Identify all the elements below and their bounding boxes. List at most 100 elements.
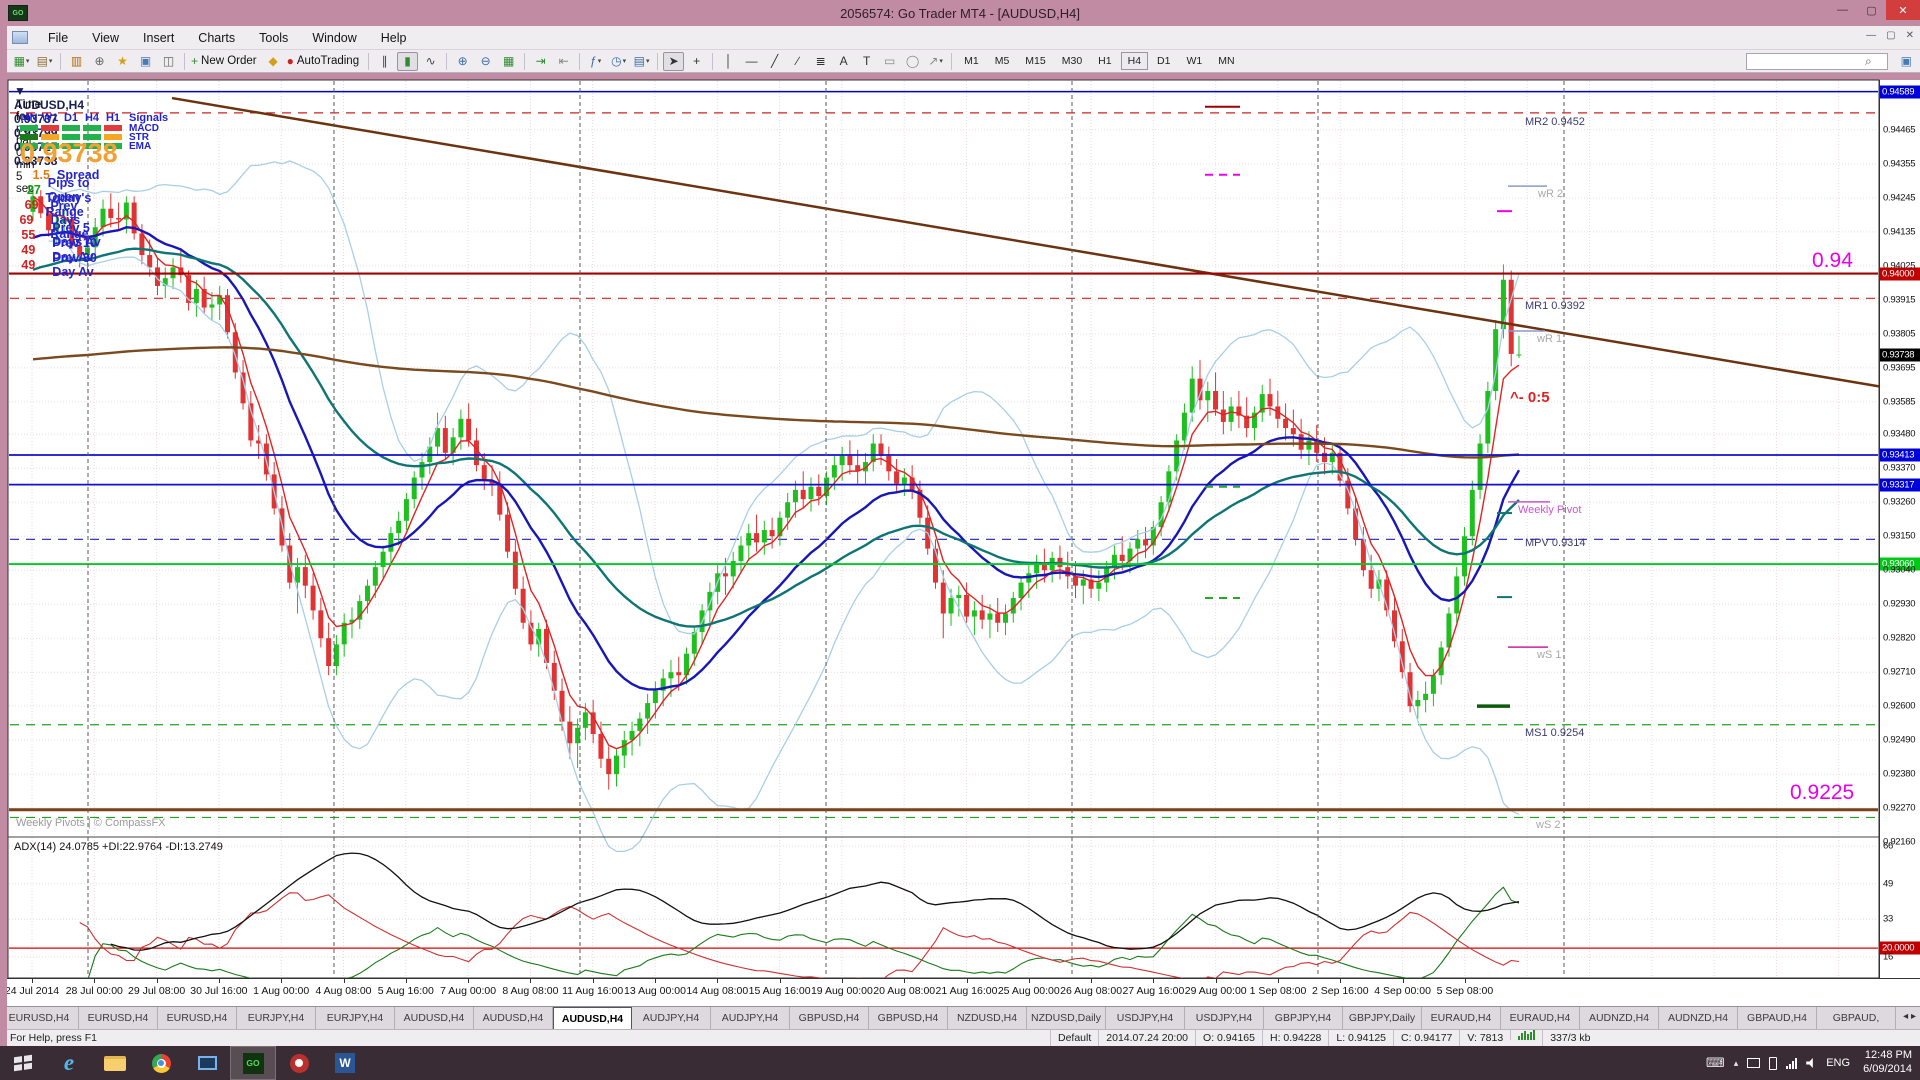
chart-label-weekly-pivot: Weekly Pivot xyxy=(1518,505,1581,516)
taskbar-app-remote-monitor[interactable] xyxy=(184,1046,230,1080)
price-chart-canvas[interactable] xyxy=(0,0,1920,1006)
chart-tab-eurusd-h4[interactable]: EURUSD,H4 xyxy=(79,1007,158,1029)
chart-tab-gbpusd-h4[interactable]: GBPUSD,H4 xyxy=(790,1007,869,1029)
red-circle-icon xyxy=(290,1054,309,1073)
keyboard-icon[interactable]: ⌨ xyxy=(1706,1055,1725,1071)
stat-value: 55 xyxy=(14,228,35,242)
taskbar-app-go-trader[interactable]: GO xyxy=(230,1046,276,1080)
time-label: 19 Aug 00:00 xyxy=(811,985,873,997)
taskbar-app-internet-explorer[interactable]: e xyxy=(46,1046,92,1080)
time-tick xyxy=(1465,979,1466,983)
chart-tab-gbpjpy-daily[interactable]: GBPJPY,Daily xyxy=(1343,1007,1422,1029)
price-tick: 0.93150 xyxy=(1883,531,1915,542)
adx-tick: 49 xyxy=(1883,878,1893,889)
chart-tab-nzdusd-h4[interactable]: NZDUSD,H4 xyxy=(948,1007,1027,1029)
chart-tab-audnzd-h4[interactable]: AUDNZD,H4 xyxy=(1659,1007,1738,1029)
chart-tab-euraud-h4[interactable]: EURAUD,H4 xyxy=(1501,1007,1580,1029)
chart-tab-euraud-h4[interactable]: EURAUD,H4 xyxy=(1422,1007,1501,1029)
signal-cell xyxy=(83,125,101,131)
taskbar-clock[interactable]: 12:48 PM6/09/2014 xyxy=(1863,1049,1912,1077)
speaker-icon[interactable] xyxy=(1806,1058,1817,1068)
tray-device-icon[interactable] xyxy=(1769,1057,1777,1070)
time-label: 1 Aug 00:00 xyxy=(253,985,309,997)
chart-tab-eurjpy-h4[interactable]: EURJPY,H4 xyxy=(237,1007,316,1029)
chart-tab-eurusd-h4[interactable]: EURUSD,H4 xyxy=(158,1007,237,1029)
price-tick: 0.93480 xyxy=(1883,429,1915,440)
time-label: 8 Aug 08:00 xyxy=(502,985,558,997)
status-bar: For Help, press F1 Default2014.07.24 20:… xyxy=(0,1029,1920,1046)
chart-tab-audnzd-h4[interactable]: AUDNZD,H4 xyxy=(1580,1007,1659,1029)
time-axis[interactable]: 24 Jul 201428 Jul 00:0029 Jul 08:0030 Ju… xyxy=(0,978,1920,1006)
language-indicator[interactable]: ENG xyxy=(1826,1057,1850,1069)
chart-tab-audusd-h4[interactable]: AUDUSD,H4 xyxy=(395,1007,474,1029)
time-label: 1 Sep 08:00 xyxy=(1250,985,1307,997)
status-cell: H: 0.94228 xyxy=(1262,1030,1328,1046)
signals-col-w1: W1 xyxy=(41,112,59,124)
chart-tab-audusd-h4[interactable]: AUDUSD,H4 xyxy=(553,1007,632,1029)
time-label: 11 Aug 16:00 xyxy=(562,985,623,997)
desktop: 0.945890.944650.943550.942450.941350.940… xyxy=(0,0,1920,1080)
stat-value: 69 xyxy=(14,213,33,227)
tray-monitor-icon[interactable] xyxy=(1747,1058,1760,1068)
status-cell: O: 0.94165 xyxy=(1195,1030,1262,1046)
stat-value: 27 xyxy=(14,183,41,197)
stat-value: 49 xyxy=(14,258,35,272)
price-tick: 0.93370 xyxy=(1883,463,1915,474)
taskbar-app-chrome[interactable] xyxy=(138,1046,184,1080)
chart-tab-audusd-h4[interactable]: AUDUSD,H4 xyxy=(474,1007,553,1029)
time-tick xyxy=(94,979,95,983)
price-tick: 0.92490 xyxy=(1883,735,1915,746)
time-tick xyxy=(1278,979,1279,983)
taskbar: e GO W ⌨ ▴ ENG 12:48 PM6/09/2014 xyxy=(0,1046,1920,1080)
start-button[interactable] xyxy=(0,1046,46,1080)
price-tick: 0.93040 xyxy=(1883,565,1915,576)
signal-cell xyxy=(62,125,80,131)
chart-tab-gbpaud-h4[interactable]: GBPAUD,H4 xyxy=(1738,1007,1817,1029)
chart-tab-gbpaud-[interactable]: GBPAUD, xyxy=(1817,1007,1896,1029)
time-label: 2 Sep 16:00 xyxy=(1312,985,1369,997)
time-label: 5 Sep 08:00 xyxy=(1437,985,1494,997)
status-cell: L: 0.94125 xyxy=(1328,1030,1393,1046)
tab-scroll-arrows[interactable]: ◂ ▸ xyxy=(1901,1011,1918,1022)
time-label: 29 Aug 00:00 xyxy=(1185,985,1247,997)
stat-value: 49 xyxy=(14,243,35,257)
adx-tick: 16 xyxy=(1883,952,1893,963)
taskbar-app-word[interactable]: W xyxy=(322,1046,368,1080)
time-label: 4 Aug 08:00 xyxy=(315,985,371,997)
time-tick xyxy=(967,979,968,983)
status-cell: C: 0.94177 xyxy=(1393,1030,1459,1046)
chart-tab-gbpjpy-h4[interactable]: GBPJPY,H4 xyxy=(1264,1007,1343,1029)
network-signal-icon[interactable] xyxy=(1786,1058,1797,1069)
chart-tab-usdjpy-h4[interactable]: USDJPY,H4 xyxy=(1185,1007,1264,1029)
tray-expand-icon[interactable]: ▴ xyxy=(1734,1058,1739,1069)
time-tick xyxy=(717,979,718,983)
price-tick: 0.94135 xyxy=(1883,226,1915,237)
chart-tab-audjpy-h4[interactable]: AUDJPY,H4 xyxy=(632,1007,711,1029)
price-scale[interactable]: 0.945890.944650.943550.942450.941350.940… xyxy=(1879,80,1920,978)
time-tick xyxy=(655,979,656,983)
chart-tab-nzdusd-daily[interactable]: NZDUSD,Daily xyxy=(1027,1007,1106,1029)
price-tick: 0.92930 xyxy=(1883,599,1915,610)
chart-tab-gbpusd-h4[interactable]: GBPUSD,H4 xyxy=(869,1007,948,1029)
price-tick: 0.93585 xyxy=(1883,396,1915,407)
chart-tab-eurusd-h4[interactable]: EURUSD,H4 xyxy=(0,1007,79,1029)
time-tick xyxy=(1091,979,1092,983)
taskbar-app-red-circle[interactable] xyxy=(276,1046,322,1080)
taskbar-app-file-explorer[interactable] xyxy=(92,1046,138,1080)
time-tick xyxy=(157,979,158,983)
time-tick xyxy=(281,979,282,983)
time-label: 20 Aug 08:00 xyxy=(873,985,935,997)
folder-icon xyxy=(104,1056,126,1071)
current-price: 0.93738 xyxy=(20,138,118,169)
time-tick xyxy=(1403,979,1404,983)
chart-tabs-bar: EURUSD,H4EURUSD,H4EURUSD,H4EURJPY,H4EURJ… xyxy=(0,1006,1920,1029)
chart-tab-eurjpy-h4[interactable]: EURJPY,H4 xyxy=(316,1007,395,1029)
chart-tab-usdjpy-h4[interactable]: USDJPY,H4 xyxy=(1106,1007,1185,1029)
chrome-icon xyxy=(152,1054,171,1073)
chart-label-0-94: 0.94 xyxy=(1812,250,1853,271)
chart-tab-audjpy-h4[interactable]: AUDJPY,H4 xyxy=(711,1007,790,1029)
chart-label-ms1-0-9254: MS1 0.9254 xyxy=(1525,728,1584,739)
status-cell: V: 7813 xyxy=(1459,1030,1510,1046)
time-tick xyxy=(1153,979,1154,983)
time-label: 26 Aug 08:00 xyxy=(1060,985,1122,997)
